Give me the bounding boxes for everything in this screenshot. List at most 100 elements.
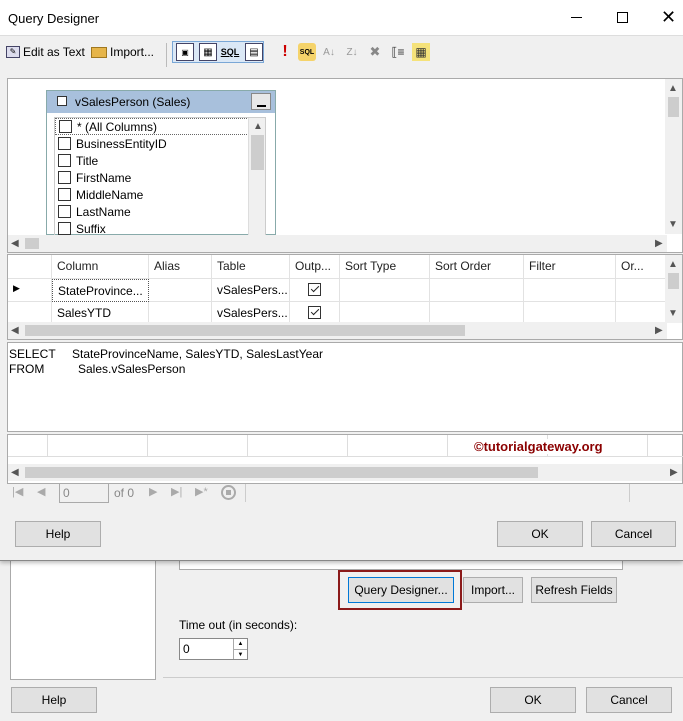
background-help-button[interactable]: Help (11, 687, 97, 713)
ok-button[interactable]: OK (497, 521, 583, 547)
column-checkbox[interactable] (58, 222, 71, 235)
table-box-titlebar[interactable]: vSalesPerson (Sales) (47, 91, 275, 113)
column-row-all[interactable]: * (All Columns) (55, 118, 265, 135)
edit-as-text-button[interactable]: ✎ Edit as Text (6, 45, 85, 59)
grid-header[interactable]: Sort Type (340, 255, 430, 279)
column-checkbox[interactable] (58, 188, 71, 201)
grid-hscrollbar[interactable]: ◀ ▶ (8, 322, 667, 339)
grid-cell-column[interactable]: StateProvince... (52, 279, 149, 302)
next-record-icon[interactable]: ▶ (149, 485, 157, 498)
sql-pane[interactable]: SELECT StateProvinceName, SalesYTD, Sales… (7, 342, 683, 432)
grid-cell-alias[interactable] (149, 279, 212, 302)
cancel-button[interactable]: Cancel (591, 521, 676, 547)
sql-pane-icon[interactable]: SQL (221, 43, 240, 61)
scroll-left-icon[interactable]: ◀ (11, 467, 19, 478)
refresh-fields-button[interactable]: Refresh Fields (531, 577, 617, 603)
grid-header[interactable]: Or... (616, 255, 666, 279)
sort-descending-icon[interactable]: Z↓ (343, 43, 361, 61)
column-checkbox[interactable] (58, 137, 71, 150)
grid-cell-output[interactable] (290, 302, 340, 324)
new-record-icon[interactable]: ▶* (195, 485, 208, 498)
table-list-scrollbar[interactable]: ▲ (248, 118, 265, 235)
column-row[interactable]: MiddleName (55, 186, 265, 203)
grid-cell-sort-order[interactable] (430, 302, 524, 324)
diagram-hscrollbar[interactable]: ◀ ▶ (8, 235, 667, 252)
grid-cell-alias[interactable] (149, 302, 212, 324)
group-by-icon[interactable]: ⟦≡ (389, 43, 407, 61)
grid-pane-icon[interactable]: ▦ (199, 43, 217, 61)
stop-icon[interactable] (221, 485, 236, 500)
column-checkbox[interactable] (58, 205, 71, 218)
grid-header[interactable]: Outp... (290, 255, 340, 279)
verify-sql-icon[interactable]: SQL (298, 43, 316, 61)
record-number-input[interactable]: 0 (59, 483, 109, 503)
grid-cell-sort-type[interactable] (340, 302, 430, 324)
minimize-icon[interactable] (571, 17, 582, 18)
grid-cell-or[interactable] (616, 302, 666, 324)
scroll-thumb[interactable] (25, 325, 465, 336)
scroll-up-icon[interactable]: ▲ (253, 121, 263, 132)
grid-cell-table[interactable]: vSalesPers... (212, 302, 290, 324)
column-checkbox[interactable] (58, 154, 71, 167)
scroll-down-icon[interactable]: ▼ (668, 219, 678, 230)
scroll-thumb[interactable] (251, 135, 264, 170)
grid-cell-table[interactable]: vSalesPers... (212, 279, 290, 302)
run-query-icon[interactable]: ! (276, 43, 294, 61)
grid-cell-output[interactable] (290, 279, 340, 302)
previous-record-icon[interactable]: ◀ (37, 485, 45, 498)
grid-header[interactable]: Sort Order (430, 255, 524, 279)
grid-cell-or[interactable] (616, 279, 666, 302)
toolbar-import-button[interactable]: Import... (91, 45, 154, 59)
grid-header[interactable]: Filter (524, 255, 616, 279)
query-designer-button[interactable]: Query Designer... (348, 577, 454, 603)
column-checkbox[interactable] (59, 120, 72, 133)
row-selector[interactable] (8, 302, 52, 324)
last-record-icon[interactable]: ▶| (171, 485, 182, 498)
background-cancel-button[interactable]: Cancel (586, 687, 672, 713)
scroll-left-icon[interactable]: ◀ (11, 325, 19, 336)
scroll-right-icon[interactable]: ▶ (655, 238, 663, 249)
output-checkbox[interactable] (308, 283, 321, 296)
scroll-down-icon[interactable]: ▼ (668, 308, 678, 319)
scroll-up-icon[interactable]: ▲ (668, 259, 678, 270)
add-table-icon[interactable]: ▦ (412, 43, 430, 61)
column-row[interactable]: BusinessEntityID (55, 135, 265, 152)
background-ok-button[interactable]: OK (490, 687, 576, 713)
grid-cell-sort-order[interactable] (430, 279, 524, 302)
grid-header[interactable]: Column (52, 255, 149, 279)
scroll-up-icon[interactable]: ▲ (668, 83, 678, 94)
grid-header[interactable]: Table (212, 255, 290, 279)
grid-cell-column[interactable]: SalesYTD (52, 302, 149, 324)
scroll-right-icon[interactable]: ▶ (670, 467, 678, 478)
diagram-pane-icon[interactable]: ▣ (176, 43, 194, 61)
grid-cell-filter[interactable] (524, 302, 616, 324)
output-checkbox[interactable] (308, 306, 321, 319)
sort-ascending-icon[interactable]: A↓ (320, 43, 338, 61)
scroll-thumb[interactable] (25, 238, 39, 249)
spin-up-icon[interactable]: ▲ (233, 639, 247, 649)
grid-cell-sort-type[interactable] (340, 279, 430, 302)
column-row[interactable]: LastName (55, 203, 265, 220)
scroll-thumb[interactable] (668, 97, 679, 117)
import-button[interactable]: Import... (463, 577, 523, 603)
close-icon[interactable]: ✕ (661, 7, 676, 27)
first-record-icon[interactable]: |◀ (12, 485, 23, 498)
grid-vscrollbar[interactable]: ▲ ▼ (665, 255, 682, 323)
row-selector[interactable]: ▶ (8, 279, 52, 302)
grid-cell-filter[interactable] (524, 279, 616, 302)
scroll-thumb[interactable] (25, 467, 538, 478)
column-row[interactable]: Suffix (55, 220, 265, 235)
remove-filter-icon[interactable]: ✖ (366, 43, 384, 61)
scroll-thumb[interactable] (668, 273, 679, 289)
maximize-icon[interactable] (617, 12, 628, 23)
column-checkbox[interactable] (58, 171, 71, 184)
diagram-vscrollbar[interactable]: ▲ ▼ (665, 79, 682, 234)
table-minimize-icon[interactable] (251, 93, 271, 110)
timeout-spinner[interactable]: 0 ▲ ▼ (179, 638, 248, 660)
help-button[interactable]: Help (15, 521, 101, 547)
spin-down-icon[interactable]: ▼ (233, 649, 247, 659)
grid-header[interactable]: Alias (149, 255, 212, 279)
scroll-right-icon[interactable]: ▶ (655, 325, 663, 336)
table-box[interactable]: vSalesPerson (Sales) * (All Columns) Bus… (46, 90, 276, 235)
results-hscrollbar[interactable]: ◀ ▶ (8, 464, 682, 481)
